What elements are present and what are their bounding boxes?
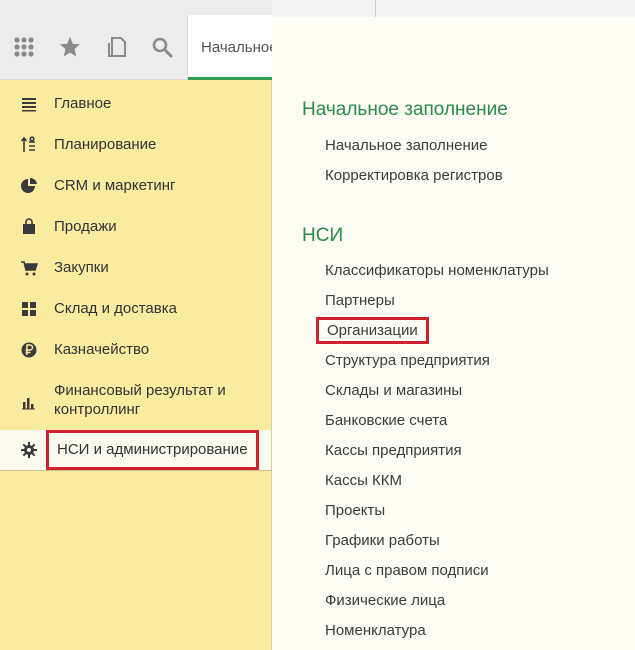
sidebar-item-warehouse[interactable]: Склад и доставка	[0, 300, 271, 318]
link-warehouses-stores[interactable]: Склады и магазины	[325, 382, 462, 399]
ruble-coin-icon	[21, 342, 37, 358]
history-icon[interactable]	[105, 35, 129, 59]
link-organizations[interactable]: Организации	[316, 317, 429, 344]
pie-chart-icon	[21, 177, 37, 193]
cart-icon	[21, 261, 38, 276]
tab-label: Начальное заполнение	[201, 39, 272, 56]
sidebar-item-planning[interactable]: Планирование	[0, 136, 271, 154]
sidebar-item-label: CRM и маркетинг	[54, 177, 176, 194]
sidebar-item-label: Продажи	[54, 218, 117, 235]
link-individuals[interactable]: Физические лица	[325, 592, 445, 609]
tab-initial-fill[interactable]: Начальное заполнение	[187, 15, 272, 80]
sidebar-item-label-line1: Финансовый результат и	[54, 382, 226, 399]
sidebar-item-label: Казначейство	[54, 341, 150, 358]
link-work-schedules[interactable]: Графики работы	[325, 532, 440, 549]
sidebar-item-crm[interactable]: CRM и маркетинг	[0, 177, 271, 195]
sidebar-item-label: Планирование	[54, 136, 157, 153]
bar-chart-icon	[22, 398, 35, 410]
gear-icon	[21, 442, 37, 458]
link-cash-desks[interactable]: Кассы предприятия	[325, 442, 462, 459]
sidebar-item-label: Закупки	[54, 259, 109, 276]
top-toolbar: Начальное заполнение	[0, 0, 272, 80]
link-projects[interactable]: Проекты	[325, 502, 385, 519]
apps-grid-icon[interactable]	[12, 35, 36, 59]
link-nomenclature[interactable]: Номенклатура	[325, 622, 426, 639]
top-bar-separator	[375, 0, 376, 17]
planning-icon	[20, 136, 35, 152]
sidebar: Главное Планирование CRM и маркетинг Про…	[0, 80, 272, 650]
sidebar-item-main[interactable]: Главное	[0, 95, 271, 113]
search-icon[interactable]	[150, 35, 174, 59]
star-icon[interactable]	[58, 35, 82, 59]
link-bank-accounts[interactable]: Банковские счета	[325, 412, 447, 429]
link-nomenclature-classifiers[interactable]: Классификаторы номенклатуры	[325, 262, 549, 279]
sidebar-item-finance[interactable]: Финансовый результат и контроллинг	[0, 382, 271, 420]
sidebar-item-purchases[interactable]: Закупки	[0, 259, 271, 277]
sidebar-item-nsi-admin[interactable]: НСИ и администрирование	[0, 430, 271, 470]
link-register-correction[interactable]: Корректировка регистров	[325, 167, 503, 184]
sidebar-item-sales[interactable]: Продажи	[0, 218, 271, 236]
sidebar-item-label-line2: контроллинг	[54, 401, 141, 418]
link-initial-fill[interactable]: Начальное заполнение	[325, 137, 487, 154]
sidebar-item-treasury[interactable]: Казначейство	[0, 341, 271, 359]
top-bar-strip	[272, 0, 635, 18]
sidebar-item-label: НСИ и администрирование	[46, 430, 259, 470]
function-panel: Начальное заполнение Начальное заполнени…	[272, 17, 635, 650]
link-signatories[interactable]: Лица с правом подписи	[325, 562, 489, 579]
sidebar-divider	[0, 470, 272, 471]
warehouse-icon	[22, 302, 36, 316]
section-title-nsi: НСИ	[302, 225, 344, 246]
section-title-initial-fill: Начальное заполнение	[302, 99, 508, 120]
link-kkm-registers[interactable]: Кассы ККМ	[325, 472, 402, 489]
sidebar-item-label: Главное	[54, 95, 112, 112]
link-enterprise-structure[interactable]: Структура предприятия	[325, 352, 490, 369]
menu-lines-icon	[22, 98, 36, 112]
shopping-bag-icon	[23, 218, 35, 234]
sidebar-item-label: Склад и доставка	[54, 300, 177, 317]
link-partners[interactable]: Партнеры	[325, 292, 395, 309]
